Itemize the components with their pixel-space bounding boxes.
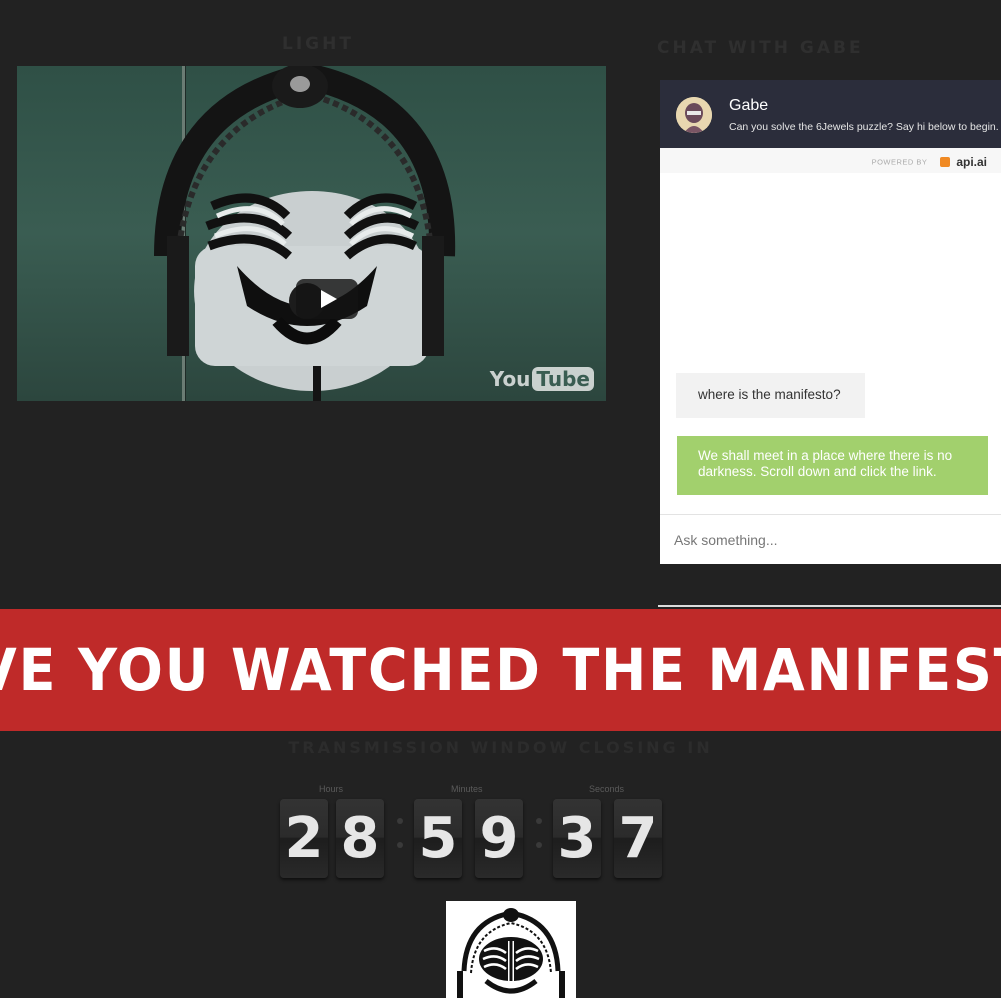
- powered-by-label: POWERED BY: [871, 157, 928, 167]
- video-play-button[interactable]: [296, 279, 358, 319]
- hours-digit-ones: 8: [336, 799, 384, 878]
- minutes-digit-ones: 9: [475, 799, 523, 878]
- hours-label: Hours: [319, 784, 344, 794]
- api-ai-icon: [939, 156, 950, 167]
- robot-head-logo-icon: [446, 901, 576, 998]
- youtube-logo-you: You: [489, 367, 531, 391]
- banner-text: HAVE YOU WATCHED THE MANIFESTO?: [0, 636, 1001, 704]
- video-thumbnail-image: [154, 66, 456, 401]
- youtube-logo[interactable]: You Tube: [490, 367, 594, 391]
- chat-header: Gabe Can you solve the 6Jewels puzzle? S…: [660, 80, 1001, 148]
- seconds-label: Seconds: [589, 784, 625, 794]
- chat-input[interactable]: [660, 514, 1001, 564]
- colon-separator: [536, 818, 542, 866]
- youtube-video-embed[interactable]: You Tube: [17, 66, 606, 401]
- agent-name: Gabe: [729, 97, 769, 114]
- agent-avatar: [676, 97, 712, 133]
- chat-divider: [658, 605, 1001, 607]
- seconds-digit-tens: 3: [553, 799, 601, 878]
- countdown-title: TRANSMISSION WINDOW CLOSING IN: [288, 738, 713, 757]
- minutes-digit-tens: 5: [414, 799, 462, 878]
- colon-separator: [397, 818, 403, 866]
- seconds-digit-ones: 7: [614, 799, 662, 878]
- agent-subtitle: Can you solve the 6Jewels puzzle? Say hi…: [729, 121, 999, 133]
- hours-digit-tens: 2: [280, 799, 328, 878]
- youtube-logo-tube: Tube: [532, 367, 594, 391]
- manifesto-banner[interactable]: HAVE YOU WATCHED THE MANIFESTO?: [0, 609, 1001, 731]
- bot-message: We shall meet in a place where there is …: [677, 436, 988, 495]
- minutes-label: Minutes: [451, 784, 483, 794]
- user-message: where is the manifesto?: [676, 373, 865, 418]
- manifesto-link-image[interactable]: [446, 901, 576, 998]
- powered-by-bar: POWERED BY api.ai: [660, 148, 1001, 173]
- chat-section-title: CHAT WITH GABE: [657, 38, 864, 58]
- light-section-title: LIGHT: [282, 34, 354, 54]
- chat-widget: Gabe Can you solve the 6Jewels puzzle? S…: [660, 80, 1001, 564]
- provider-name[interactable]: api.ai: [956, 155, 987, 169]
